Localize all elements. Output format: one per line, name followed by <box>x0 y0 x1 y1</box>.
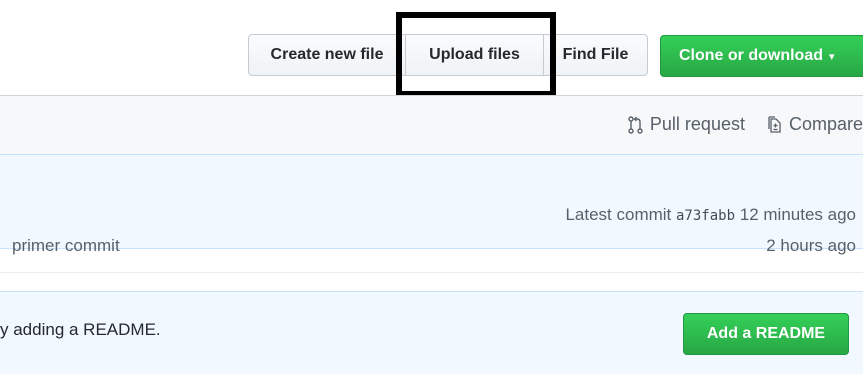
diff-icon <box>768 115 781 133</box>
git-pull-request-icon <box>628 115 643 134</box>
pull-request-link[interactable]: Pull request <box>628 114 745 135</box>
pull-request-bar: Pull request Compare <box>0 95 863 155</box>
clone-or-download-button[interactable]: Clone or download ▾ <box>660 35 863 77</box>
file-age: 2 hours ago <box>766 236 856 255</box>
commit-age: 12 minutes ago <box>739 205 856 224</box>
latest-commit-bar: Latest commit a73fabb 12 minutes ago <box>0 155 863 249</box>
commit-sha-link[interactable]: a73fabb <box>676 208 735 224</box>
commit-info: Latest commit a73fabb 12 minutes ago <box>565 205 856 225</box>
file-row <box>0 249 863 273</box>
compare-label: Compare <box>788 114 863 134</box>
readme-banner: y adding a README. Add a README <box>0 291 863 374</box>
readme-banner-text: y adding a README. <box>0 320 161 339</box>
pull-request-label: Pull request <box>649 114 745 134</box>
add-readme-button[interactable]: Add a README <box>683 313 849 355</box>
file-actions-group: Create new file Upload files Find File <box>248 34 648 76</box>
latest-commit-label: Latest commit <box>565 205 672 224</box>
create-new-file-button[interactable]: Create new file <box>248 34 406 76</box>
pr-links: Pull request Compare <box>628 114 863 135</box>
upload-files-button[interactable]: Upload files <box>406 34 544 76</box>
caret-down-icon: ▾ <box>829 50 835 63</box>
find-file-button[interactable]: Find File <box>544 34 648 76</box>
compare-link[interactable]: Compare <box>767 114 863 135</box>
file-commit-message[interactable]: primer commit <box>12 236 120 256</box>
file-toolbar: Create new file Upload files Find File C… <box>0 0 863 97</box>
clone-label: Clone or download <box>679 47 823 64</box>
